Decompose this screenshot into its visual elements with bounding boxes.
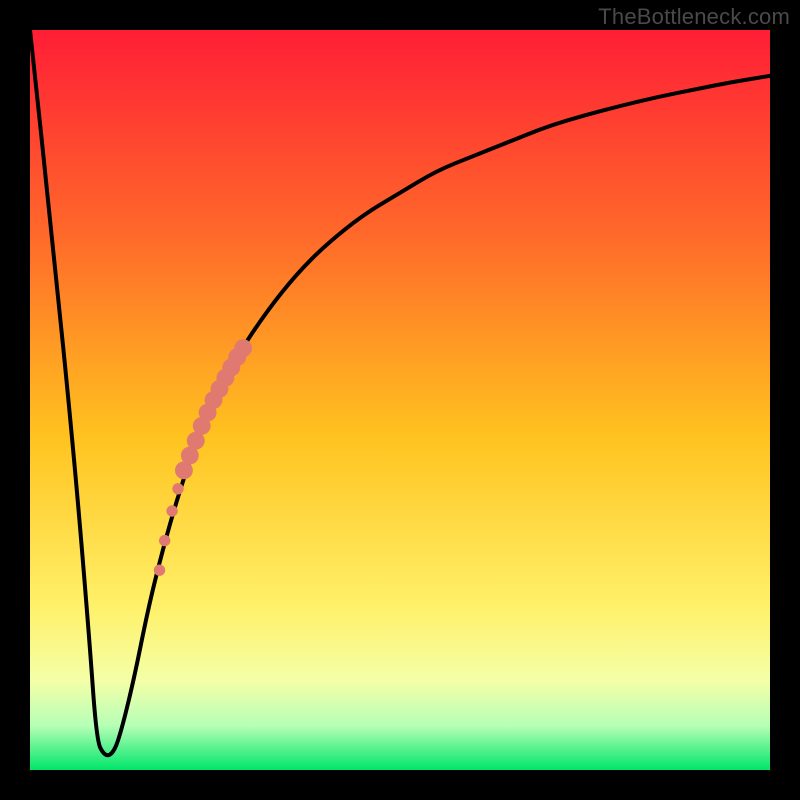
gradient-background [30, 30, 770, 770]
marker-dot [159, 535, 170, 546]
marker-dot [166, 505, 177, 516]
watermark-text: TheBottleneck.com [598, 4, 790, 30]
marker-dot [154, 565, 165, 576]
plot-area [30, 30, 770, 770]
marker-dot [172, 483, 183, 494]
marker-dot [234, 339, 252, 357]
chart-container: TheBottleneck.com [0, 0, 800, 800]
chart-svg [30, 30, 770, 770]
